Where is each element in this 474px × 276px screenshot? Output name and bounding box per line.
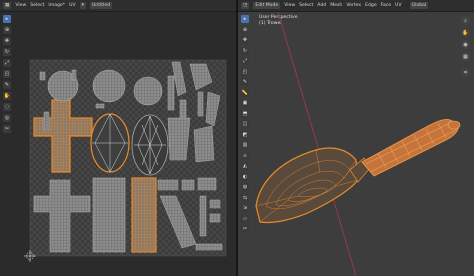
uv-island-rect-selected xyxy=(131,177,157,253)
uv-island-rect xyxy=(92,177,126,253)
trowel-blade-mesh xyxy=(255,147,371,224)
viewport-canvas[interactable] xyxy=(238,0,474,276)
uv-island-circle xyxy=(133,76,163,106)
uv-canvas[interactable] xyxy=(0,0,236,276)
x-axis-line xyxy=(277,11,357,276)
uv-editor-pane[interactable]: ▦ View Select Image* UV ▾ Untitled ▸ ⊕ ✥… xyxy=(0,0,236,276)
trowel-handle-mesh xyxy=(361,119,461,177)
uv-island-circle xyxy=(92,69,126,103)
3d-viewport-pane[interactable]: ◳ Edit Mode View Select Add Mesh Vertex … xyxy=(238,0,474,276)
